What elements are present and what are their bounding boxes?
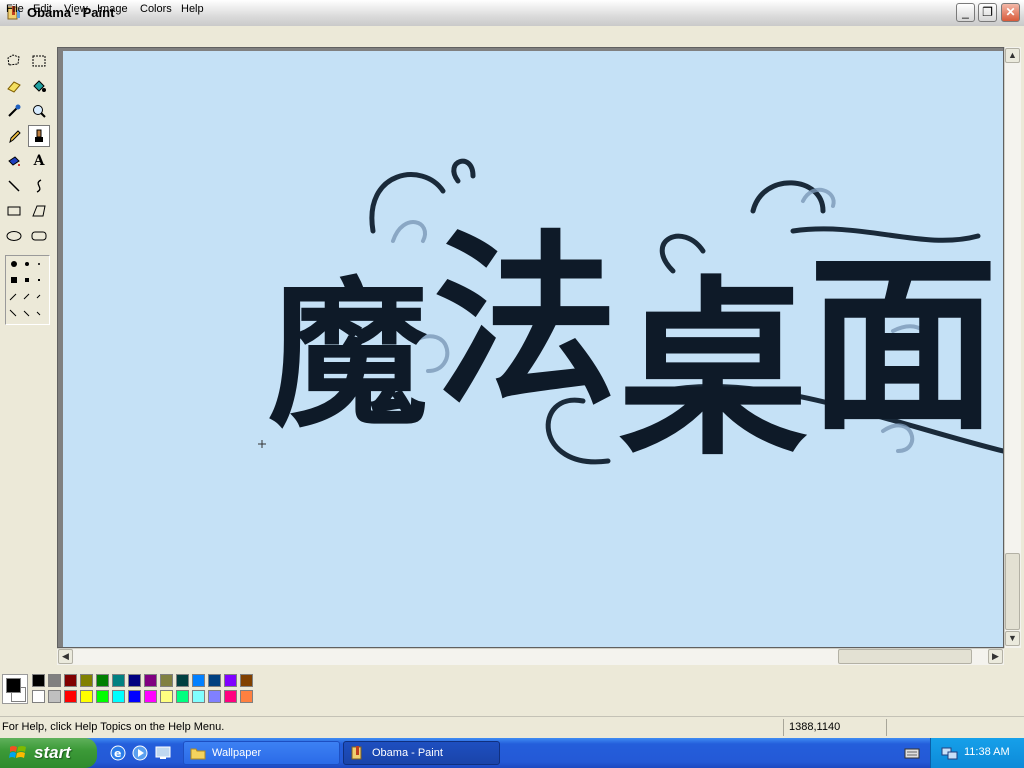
media-player-icon[interactable] (131, 744, 149, 762)
polygon-icon[interactable] (28, 200, 50, 222)
rectangle-icon[interactable] (3, 200, 25, 222)
brush-shape-options[interactable] (5, 255, 50, 325)
text-tool-icon[interactable]: A (28, 150, 50, 172)
close-button[interactable]: ✕ (1001, 3, 1020, 22)
scroll-down-arrow-icon[interactable]: ▼ (1005, 631, 1020, 646)
taskbar-button-label: Wallpaper (212, 747, 262, 759)
pencil-icon[interactable] (3, 125, 25, 147)
palette-swatch[interactable] (80, 674, 93, 687)
vertical-scroll-thumb[interactable] (1005, 553, 1020, 630)
artwork: 魔 法 桌 面 (258, 158, 1003, 481)
eraser-icon[interactable] (3, 75, 25, 97)
menu-image[interactable]: Image (92, 2, 133, 17)
palette-swatch[interactable] (144, 674, 157, 687)
palette-swatch[interactable] (160, 690, 173, 703)
palette-swatch[interactable] (128, 674, 141, 687)
palette-swatch[interactable] (160, 674, 173, 687)
network-icon[interactable] (941, 745, 959, 761)
taskbar-button-wallpaper[interactable]: Wallpaper (183, 741, 340, 765)
drawing-canvas[interactable]: 魔 法 桌 面 (63, 51, 1003, 647)
fill-bucket-icon[interactable] (28, 75, 50, 97)
palette-swatch[interactable] (80, 690, 93, 703)
scroll-up-arrow-icon[interactable]: ▲ (1005, 48, 1020, 63)
palette-swatch[interactable] (208, 674, 221, 687)
artwork-char-2: 法 (433, 214, 618, 430)
foreground-color[interactable] (6, 678, 21, 693)
menu-view[interactable]: View (59, 2, 93, 17)
free-form-select-icon[interactable] (3, 50, 25, 72)
paint-app-icon (351, 746, 362, 760)
palette-swatch[interactable] (96, 690, 109, 703)
windows-logo-icon (9, 746, 26, 758)
palette-swatch[interactable] (224, 690, 237, 703)
palette-swatch[interactable] (208, 690, 221, 703)
color-picker-icon[interactable] (3, 100, 25, 122)
internet-explorer-icon[interactable]: e (109, 744, 127, 762)
palette-swatch[interactable] (112, 674, 125, 687)
palette-swatch[interactable] (192, 674, 205, 687)
keyboard-icon[interactable] (903, 744, 921, 762)
airbrush-icon[interactable] (3, 150, 25, 172)
folder-icon (190, 748, 206, 760)
line-icon[interactable] (3, 175, 25, 197)
clock[interactable]: 11:38 AM (964, 746, 1010, 758)
artwork-char-1: 魔 (268, 262, 428, 449)
status-help-text: For Help, click Help Topics on the Help … (2, 721, 225, 733)
palette-swatch[interactable] (240, 674, 253, 687)
start-button[interactable]: start (0, 738, 97, 768)
brush-icon[interactable] (28, 125, 50, 147)
curve-icon[interactable] (28, 175, 50, 197)
magnifier-icon[interactable] (28, 100, 50, 122)
rounded-rectangle-icon[interactable] (28, 225, 50, 247)
show-desktop-icon[interactable] (154, 744, 172, 762)
minimize-button[interactable]: _ (956, 3, 975, 22)
status-divider (886, 719, 887, 736)
menu-file[interactable]: File (1, 2, 29, 17)
taskbar-button-label: Obama - Paint (372, 747, 443, 759)
menu-bar (0, 26, 1024, 45)
palette-swatch[interactable] (224, 674, 237, 687)
cursor-coordinates: 1388,1140 (789, 721, 841, 733)
rect-select-icon[interactable] (28, 50, 50, 72)
scroll-left-arrow-icon[interactable]: ◀ (58, 649, 73, 664)
taskbar-button-paint[interactable]: Obama - Paint (343, 741, 500, 765)
menu-edit[interactable]: Edit (28, 2, 57, 17)
restore-button[interactable]: ❐ (978, 3, 997, 22)
palette-swatch[interactable] (128, 690, 141, 703)
palette-swatch[interactable] (176, 690, 189, 703)
menu-help[interactable]: Help (176, 2, 209, 17)
svg-text:e: e (114, 747, 121, 760)
palette-swatch[interactable] (32, 690, 45, 703)
artwork-char-3: 桌 (618, 260, 808, 481)
start-label: start (34, 743, 71, 762)
ellipse-icon[interactable] (3, 225, 25, 247)
horizontal-scroll-thumb[interactable] (838, 649, 972, 664)
status-divider (783, 719, 784, 736)
canvas-workspace[interactable]: 魔 法 桌 面 (57, 47, 1004, 648)
palette-swatch[interactable] (192, 690, 205, 703)
artwork-char-4: 面 (808, 235, 998, 456)
palette-swatch[interactable] (32, 674, 45, 687)
palette-swatch[interactable] (176, 674, 189, 687)
current-colors-indicator[interactable] (2, 674, 28, 704)
palette-swatch[interactable] (96, 674, 109, 687)
scroll-right-arrow-icon[interactable]: ▶ (988, 649, 1003, 664)
palette-swatch[interactable] (144, 690, 157, 703)
palette-swatch[interactable] (64, 690, 77, 703)
menu-colors[interactable]: Colors (135, 2, 177, 17)
palette-swatch[interactable] (112, 690, 125, 703)
palette-swatch[interactable] (48, 674, 61, 687)
palette-swatch[interactable] (48, 690, 61, 703)
palette-swatch[interactable] (240, 690, 253, 703)
palette-swatch[interactable] (64, 674, 77, 687)
